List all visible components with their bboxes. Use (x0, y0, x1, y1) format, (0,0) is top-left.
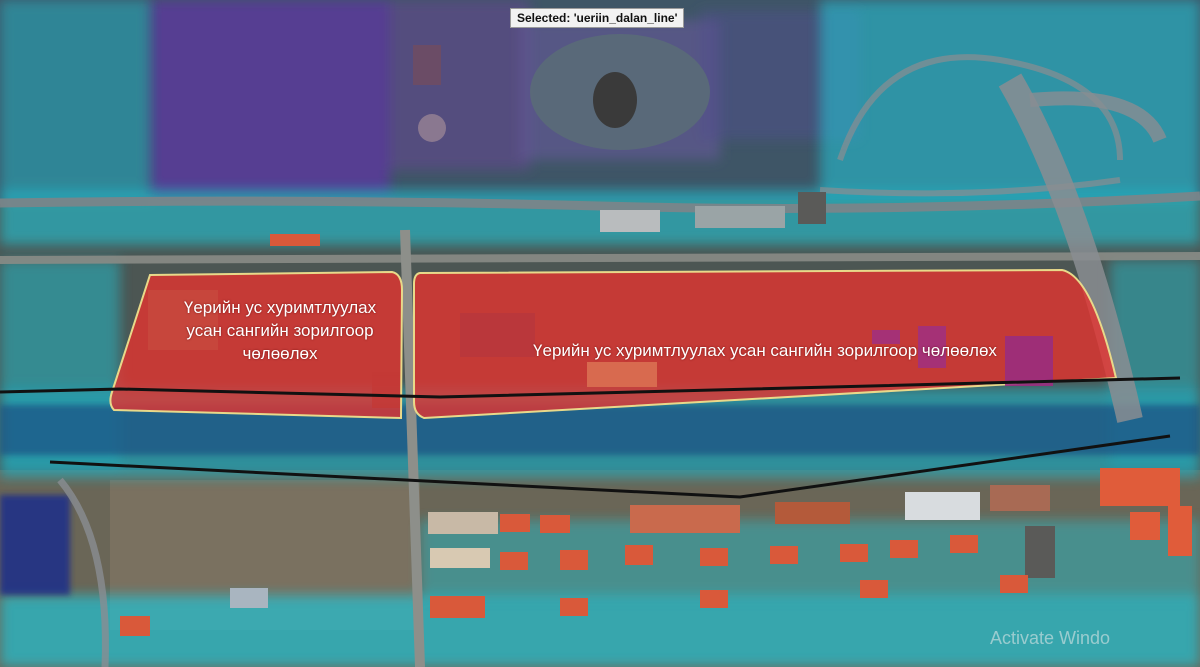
park-monument (593, 72, 637, 128)
zone-label-west: Үерийн ус хуримтлуулах усан сангийн зори… (183, 298, 377, 363)
map-viewport[interactable]: Selected: 'ueriin_dalan_line' Үерийн ус … (0, 0, 1200, 667)
activate-windows-watermark: Activate Windo (990, 628, 1111, 648)
selected-feature-banner: Selected: 'ueriin_dalan_line' (510, 8, 685, 28)
north-building (413, 45, 441, 85)
north-dome (418, 114, 446, 142)
zone-label-east: Үерийн ус хуримтлуулах усан сангийн зори… (533, 341, 997, 360)
deep-water-west (0, 495, 70, 595)
